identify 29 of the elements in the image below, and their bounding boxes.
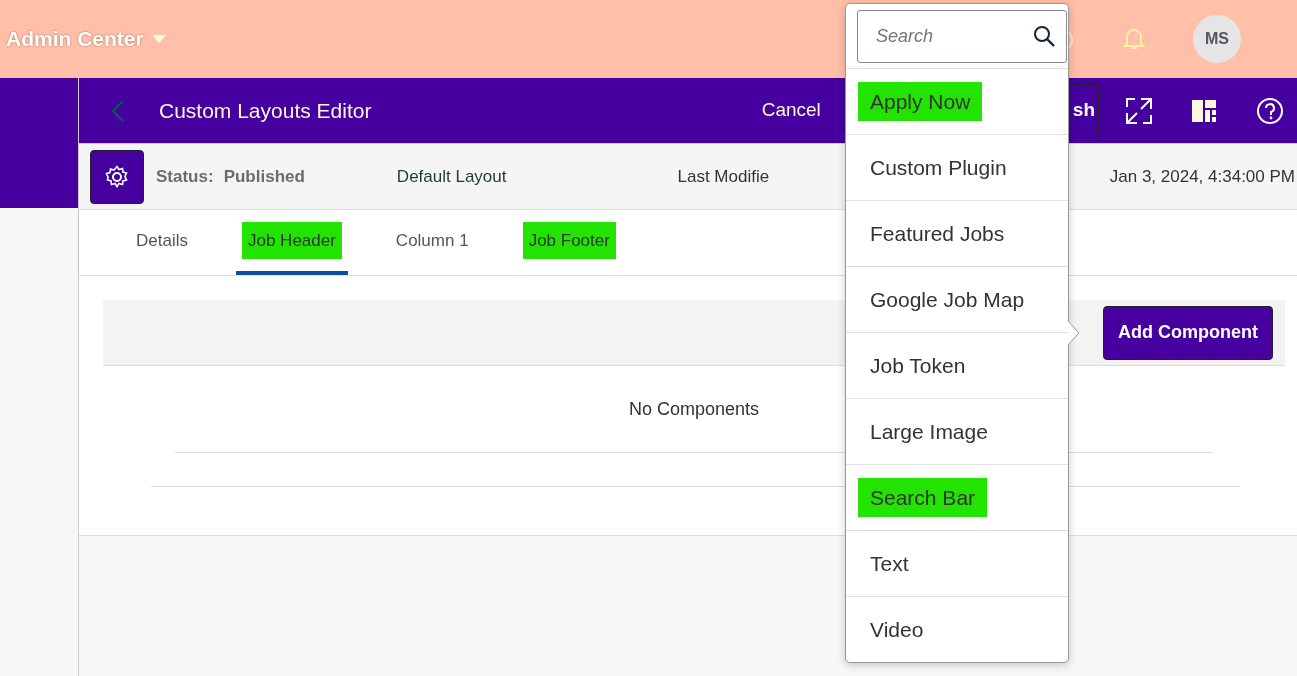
layout-icon[interactable] xyxy=(1192,99,1216,122)
empty-message: No Components xyxy=(628,397,760,421)
menu-item[interactable]: Custom Plugin xyxy=(858,147,1019,188)
settings-button[interactable] xyxy=(90,149,144,204)
gear-icon xyxy=(105,164,129,189)
menu-item[interactable]: Apply Now xyxy=(858,81,983,122)
publish-button[interactable]: sh xyxy=(1070,83,1099,138)
page-title: Custom Layouts Editor xyxy=(159,97,372,124)
menu-item[interactable]: Featured Jobs xyxy=(858,213,1017,254)
expand-icon[interactable] xyxy=(1126,97,1152,124)
menu-item[interactable]: Job Token xyxy=(858,345,978,386)
menu-item[interactable]: Text xyxy=(858,543,921,584)
status-value: Published xyxy=(223,165,305,188)
search-field[interactable]: Search xyxy=(857,10,1067,63)
last-modified-value: Jan 3, 2024, 4:34:00 PM xyxy=(1109,165,1295,188)
menu-item[interactable]: Large Image xyxy=(858,411,1000,452)
menu-item[interactable]: Video xyxy=(858,609,936,650)
user-avatar[interactable]: MS xyxy=(1193,15,1241,63)
status-label: Status: xyxy=(156,165,214,188)
help-icon[interactable] xyxy=(1257,97,1283,124)
last-modified-label: Last Modifie xyxy=(677,165,770,188)
cancel-button[interactable]: Cancel xyxy=(761,96,821,125)
menu-item[interactable]: Search Bar xyxy=(858,477,988,518)
tab[interactable]: Details xyxy=(124,210,200,275)
menu-item[interactable]: Google Job Map xyxy=(858,279,1037,320)
add-component-button[interactable]: Add Component xyxy=(1103,305,1273,360)
search-icon[interactable] xyxy=(1033,25,1055,47)
layout-name: Default Layout xyxy=(396,165,507,188)
tab[interactable]: Column 1 xyxy=(383,210,481,275)
